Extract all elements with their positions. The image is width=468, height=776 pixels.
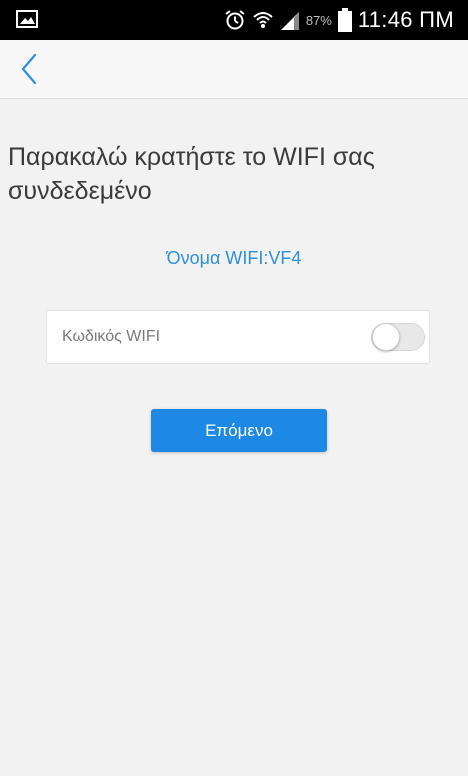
signal-icon [280,12,299,30]
battery-icon [337,8,352,32]
status-bar: 87% 11:46 ΠΜ [0,0,468,40]
back-button[interactable] [8,48,50,90]
wifi-name-label: Όνομα WIFI:VF4 [166,248,302,268]
navigation-bar [0,40,468,99]
wifi-password-input[interactable] [47,311,362,363]
next-button[interactable]: Επόμενο [151,409,327,452]
chevron-left-icon [21,53,37,85]
gallery-icon [16,10,38,28]
toggle-knob [372,323,400,351]
alarm-icon [225,10,245,30]
clock: 11:46 ΠΜ [357,7,454,32]
wifi-icon [253,12,273,28]
wifi-password-card [46,310,430,364]
battery-percent: 87% [305,12,332,28]
status-icons: 87% 11:46 ΠΜ [224,0,454,40]
page-title: Παρακαλώ κρατήστε το WIFI σας συνδεδεμέν… [8,143,375,205]
show-password-toggle[interactable] [371,323,425,351]
